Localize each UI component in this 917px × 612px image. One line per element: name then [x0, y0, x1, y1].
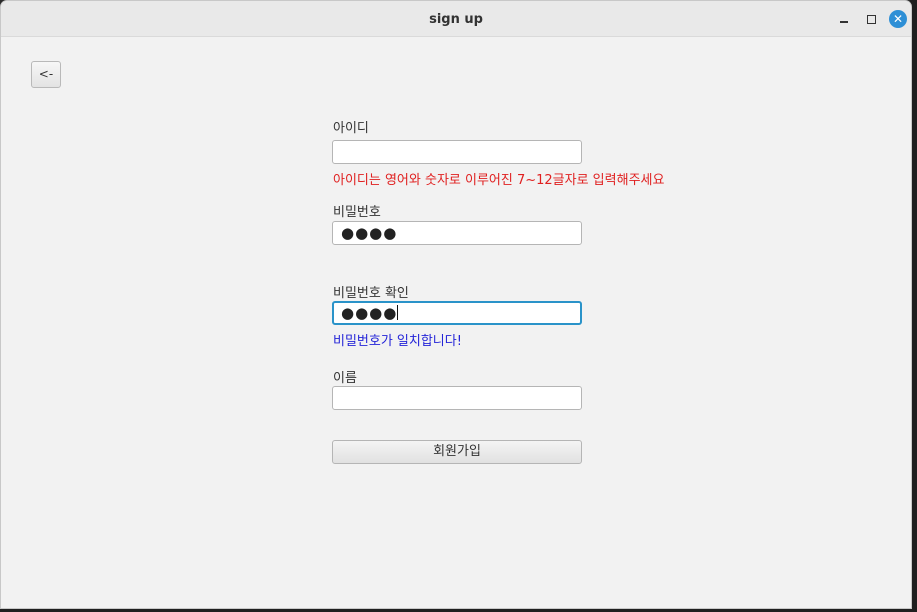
signup-submit-button[interactable]: 회원가입 [332, 440, 582, 464]
password-label: 비밀번호 [333, 205, 381, 220]
title-bar: sign up ✕ [1, 1, 911, 37]
text-caret [397, 305, 399, 320]
name-field[interactable] [332, 386, 582, 410]
id-error-message: 아이디는 영어와 숫자로 이루어진 7~12글자로 입력해주세요 [333, 173, 665, 188]
id-label: 아이디 [333, 121, 369, 136]
id-field[interactable] [332, 140, 582, 164]
window-title: sign up [429, 12, 483, 27]
close-button[interactable]: ✕ [887, 9, 909, 29]
back-button[interactable]: <- [31, 61, 61, 88]
name-label: 이름 [333, 371, 357, 386]
password-confirm-field[interactable]: ●●●● [332, 301, 582, 325]
signup-window: sign up ✕ <- 아이디 아이디는 영어와 숫자로 이루어진 7~12글… [0, 0, 912, 609]
maximize-button[interactable] [860, 9, 882, 29]
password-confirm-label: 비밀번호 확인 [333, 286, 409, 301]
password-confirm-value: ●●●● [341, 304, 398, 322]
password-match-message: 비밀번호가 일치합니다! [333, 334, 462, 349]
minimize-icon [840, 21, 848, 23]
password-field[interactable]: ●●●● [332, 221, 582, 245]
close-icon: ✕ [889, 10, 907, 28]
minimize-button[interactable] [833, 9, 855, 29]
maximize-icon [866, 14, 876, 24]
